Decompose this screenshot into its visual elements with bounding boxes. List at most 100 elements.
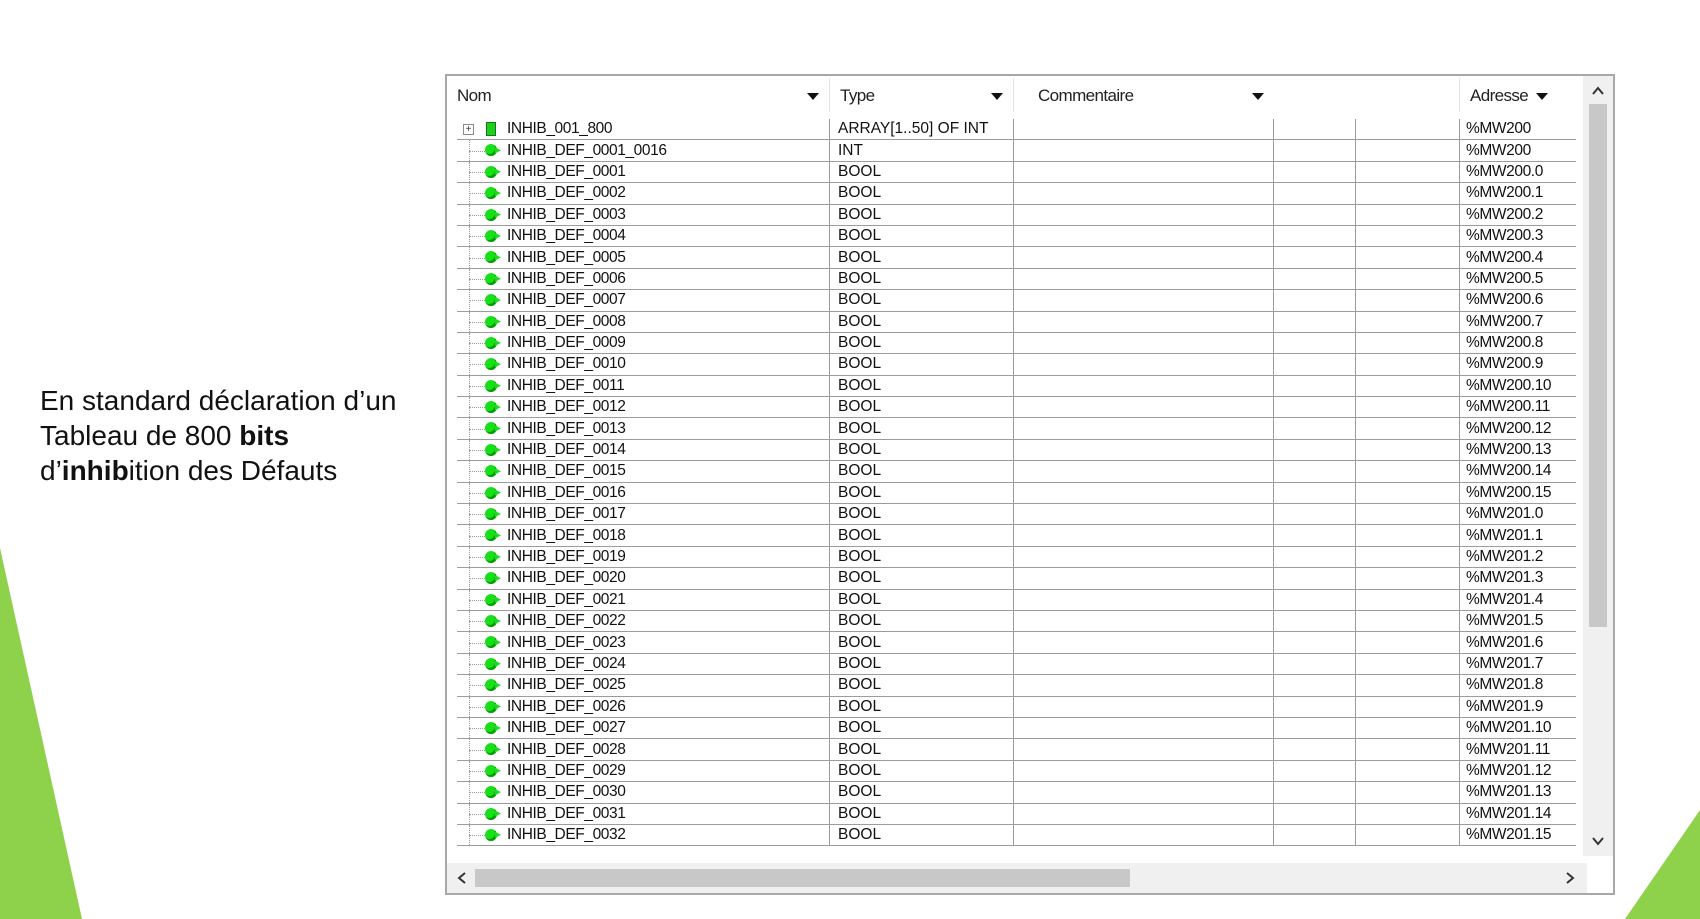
table-row[interactable]: INHIB_DEF_0005 BOOL %MW200.4 xyxy=(457,247,1576,269)
cell-address[interactable]: %MW201.12 xyxy=(1459,760,1576,782)
cell-address[interactable]: %MW201.11 xyxy=(1459,739,1576,760)
cell-empty[interactable] xyxy=(1355,525,1460,546)
cell-address[interactable]: %MW200.8 xyxy=(1459,332,1576,354)
chevron-down-icon[interactable] xyxy=(1536,92,1549,100)
cell-empty[interactable] xyxy=(1355,461,1460,482)
table-row[interactable]: INHIB_DEF_0029 BOOL %MW201.12 xyxy=(457,760,1576,783)
cell-address[interactable]: %MW201.5 xyxy=(1459,610,1576,632)
cell-name[interactable]: INHIB_DEF_0021 xyxy=(457,589,829,610)
cell-address[interactable]: %MW201.3 xyxy=(1459,568,1576,589)
cell-type[interactable]: BOOL xyxy=(829,782,1013,803)
cell-empty[interactable] xyxy=(1355,418,1460,439)
cell-name[interactable]: + INHIB_001_800 xyxy=(457,119,829,139)
cell-address[interactable]: %MW200.2 xyxy=(1459,204,1576,225)
table-row[interactable]: INHIB_DEF_0025 BOOL %MW201.8 xyxy=(457,675,1576,697)
cell-empty[interactable] xyxy=(1273,140,1356,161)
cell-empty[interactable] xyxy=(1355,632,1460,653)
cell-empty[interactable] xyxy=(1273,183,1356,204)
table-row[interactable]: INHIB_DEF_0019 BOOL %MW201.2 xyxy=(457,546,1576,569)
cell-name[interactable]: INHIB_DEF_0018 xyxy=(457,525,829,546)
cell-address[interactable]: %MW200.9 xyxy=(1459,354,1576,375)
cell-name[interactable]: INHIB_DEF_0023 xyxy=(457,632,829,653)
cell-address[interactable]: %MW200.13 xyxy=(1459,439,1576,461)
cell-address[interactable]: %MW201.4 xyxy=(1459,589,1576,610)
column-header-type[interactable]: Type xyxy=(830,76,1013,116)
cell-address[interactable]: %MW200.12 xyxy=(1459,418,1576,439)
table-row[interactable]: INHIB_DEF_0021 BOOL %MW201.4 xyxy=(457,589,1576,611)
cell-comment[interactable] xyxy=(1013,589,1274,610)
table-row[interactable]: INHIB_DEF_0009 BOOL %MW200.8 xyxy=(457,332,1576,355)
cell-empty[interactable] xyxy=(1273,225,1356,247)
cell-type[interactable]: BOOL xyxy=(829,311,1013,332)
table-row[interactable]: + INHIB_001_800 ARRAY[1..50] OF INT %MW200 xyxy=(457,119,1576,141)
column-header-address[interactable]: Adresse xyxy=(1460,76,1577,116)
cell-comment[interactable] xyxy=(1013,632,1274,653)
cell-type[interactable]: BOOL xyxy=(829,568,1013,589)
cell-name[interactable]: INHIB_DEF_0030 xyxy=(457,782,829,803)
cell-type[interactable]: BOOL xyxy=(829,504,1013,525)
table-row[interactable]: INHIB_DEF_0023 BOOL %MW201.6 xyxy=(457,632,1576,654)
cell-type[interactable]: BOOL xyxy=(829,589,1013,610)
table-row[interactable]: INHIB_DEF_0030 BOOL %MW201.13 xyxy=(457,782,1576,804)
cell-empty[interactable] xyxy=(1273,397,1356,418)
cell-address[interactable]: %MW201.8 xyxy=(1459,675,1576,696)
vertical-scrollbar[interactable] xyxy=(1583,76,1613,856)
vertical-scroll-thumb[interactable] xyxy=(1589,104,1607,627)
table-row[interactable]: INHIB_DEF_0024 BOOL %MW201.7 xyxy=(457,653,1576,676)
cell-name[interactable]: INHIB_DEF_0022 xyxy=(457,610,829,632)
table-row[interactable]: INHIB_DEF_0020 BOOL %MW201.3 xyxy=(457,568,1576,590)
cell-empty[interactable] xyxy=(1355,140,1460,161)
cell-address[interactable]: %MW201.1 xyxy=(1459,525,1576,546)
cell-address[interactable]: %MW201.2 xyxy=(1459,546,1576,568)
cell-name[interactable]: INHIB_DEF_0015 xyxy=(457,461,829,482)
cell-empty[interactable] xyxy=(1273,803,1356,824)
cell-type[interactable]: BOOL xyxy=(829,375,1013,397)
cell-empty[interactable] xyxy=(1355,589,1460,610)
cell-comment[interactable] xyxy=(1013,290,1274,311)
cell-name[interactable]: INHIB_DEF_0017 xyxy=(457,504,829,525)
cell-comment[interactable] xyxy=(1013,760,1274,782)
table-row[interactable]: INHIB_DEF_0027 BOOL %MW201.10 xyxy=(457,717,1576,740)
table-row[interactable]: INHIB_DEF_0010 BOOL %MW200.9 xyxy=(457,354,1576,376)
cell-name[interactable]: INHIB_DEF_0001_0016 xyxy=(457,140,829,161)
cell-empty[interactable] xyxy=(1273,525,1356,546)
cell-name[interactable]: INHIB_DEF_0028 xyxy=(457,739,829,760)
cell-type[interactable]: BOOL xyxy=(829,675,1013,696)
cell-type[interactable]: BOOL xyxy=(829,290,1013,311)
cell-type[interactable]: BOOL xyxy=(829,482,1013,504)
cell-empty[interactable] xyxy=(1273,504,1356,525)
cell-empty[interactable] xyxy=(1355,653,1460,675)
cell-empty[interactable] xyxy=(1273,760,1356,782)
cell-name[interactable]: INHIB_DEF_0031 xyxy=(457,803,829,824)
cell-empty[interactable] xyxy=(1273,653,1356,675)
cell-empty[interactable] xyxy=(1273,739,1356,760)
cell-comment[interactable] xyxy=(1013,161,1274,183)
cell-empty[interactable] xyxy=(1273,311,1356,332)
cell-empty[interactable] xyxy=(1273,675,1356,696)
cell-empty[interactable] xyxy=(1273,247,1356,268)
cell-address[interactable]: %MW200.6 xyxy=(1459,290,1576,311)
cell-empty[interactable] xyxy=(1355,268,1460,290)
cell-type[interactable]: BOOL xyxy=(829,418,1013,439)
table-row[interactable]: INHIB_DEF_0001 BOOL %MW200.0 xyxy=(457,161,1576,184)
cell-empty[interactable] xyxy=(1273,589,1356,610)
cell-address[interactable]: %MW200.7 xyxy=(1459,311,1576,332)
cell-name[interactable]: INHIB_DEF_0027 xyxy=(457,717,829,739)
cell-comment[interactable] xyxy=(1013,354,1274,375)
cell-name[interactable]: INHIB_DEF_0013 xyxy=(457,418,829,439)
cell-name[interactable]: INHIB_DEF_0008 xyxy=(457,311,829,332)
cell-empty[interactable] xyxy=(1355,803,1460,824)
cell-comment[interactable] xyxy=(1013,525,1274,546)
cell-name[interactable]: INHIB_DEF_0004 xyxy=(457,225,829,247)
cell-name[interactable]: INHIB_DEF_0003 xyxy=(457,204,829,225)
cell-empty[interactable] xyxy=(1355,717,1460,739)
cell-empty[interactable] xyxy=(1273,782,1356,803)
cell-type[interactable]: BOOL xyxy=(829,632,1013,653)
cell-name[interactable]: INHIB_DEF_0006 xyxy=(457,268,829,290)
cell-type[interactable]: ARRAY[1..50] OF INT xyxy=(829,119,1013,140)
cell-name[interactable]: INHIB_DEF_0025 xyxy=(457,675,829,696)
cell-empty[interactable] xyxy=(1355,482,1460,504)
table-row[interactable]: INHIB_DEF_0031 BOOL %MW201.14 xyxy=(457,803,1576,825)
cell-empty[interactable] xyxy=(1273,824,1356,846)
cell-comment[interactable] xyxy=(1013,546,1274,568)
